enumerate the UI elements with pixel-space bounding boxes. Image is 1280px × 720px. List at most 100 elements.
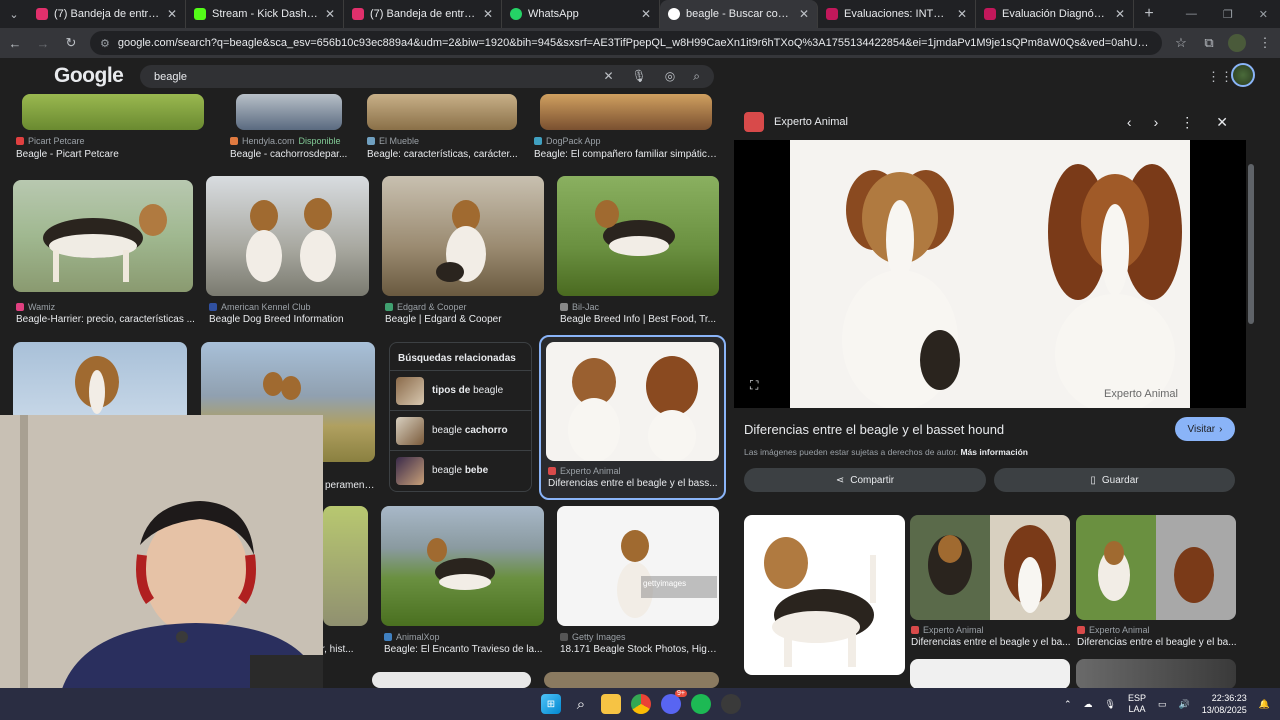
result-image[interactable] [540,94,712,130]
result-image[interactable] [22,94,204,130]
result-image[interactable] [544,672,719,688]
onedrive-icon[interactable]: ☁ [1084,699,1093,710]
similar-image[interactable] [1076,515,1236,620]
result-image[interactable] [381,506,544,626]
language-indicator[interactable]: ESP LAA [1128,693,1146,715]
clear-icon[interactable]: ✕ [603,69,613,84]
result-card[interactable] [372,672,531,688]
maximize-icon[interactable]: ❐ [1223,8,1233,21]
close-icon[interactable]: ✕ [1216,114,1228,131]
result-card[interactable]: DogPack App Beagle: El compañero familia… [534,94,719,164]
tab-kick[interactable]: Stream - Kick Dashboard ✕ [186,0,344,28]
file-explorer-icon[interactable] [601,694,621,714]
mic-icon[interactable]: 🎙 [632,69,647,84]
google-logo[interactable]: Google [54,64,124,88]
search-icon[interactable]: ⌕ [693,69,700,84]
menu-icon[interactable]: ⋮ [1256,35,1274,51]
related-item[interactable]: beagle bebe [390,450,531,490]
similar-image[interactable] [910,515,1070,620]
result-image[interactable] [557,506,719,626]
apps-grid-icon[interactable]: ⋮⋮ [1207,69,1233,85]
search-input[interactable]: beagle [154,71,187,83]
scrollbar[interactable] [1246,94,1256,688]
close-tab-icon[interactable]: ✕ [957,7,967,21]
result-card[interactable]: Bil-Jac Beagle Breed Info | Best Food, T… [557,176,719,330]
similar-image[interactable] [744,515,905,675]
site-info-icon[interactable]: ⚙ [100,37,110,50]
result-caption[interactable]: Beagle-Harrier: precio, características … [16,314,196,325]
scrollbar-thumb[interactable] [1248,164,1254,324]
result-card[interactable]: AnimalXop Beagle: El Encanto Travieso de… [381,506,544,656]
back-icon[interactable]: ← [6,36,24,51]
new-tab-button[interactable]: + [1134,5,1164,23]
result-image[interactable] [323,506,368,626]
reload-icon[interactable]: ↻ [62,35,80,51]
tab-evaluaciones[interactable]: Evaluaciones: INTRODUCCION ✕ [818,0,976,28]
close-tab-icon[interactable]: ✕ [799,7,809,21]
bookmark-star-icon[interactable]: ☆ [1172,35,1190,51]
close-tab-icon[interactable]: ✕ [483,7,493,21]
search-box[interactable]: beagle ✕ 🎙 ◎ ⌕ [140,65,714,88]
clock[interactable]: 22:36:23 13/08/2025 [1202,692,1247,716]
similar-caption[interactable]: Diferencias entre el beagle y el ba... [911,637,1073,648]
lens-icon[interactable]: ◎ [665,69,675,84]
visit-button[interactable]: Visitar › [1175,417,1235,441]
result-card[interactable]: Wamiz Beagle-Harrier: precio, caracterís… [13,180,196,330]
result-caption[interactable]: Beagle: características, carácter... [367,149,522,160]
windows-start-icon[interactable]: ⊞ [541,694,561,714]
result-caption[interactable]: Beagle: El Encanto Travieso de la... [384,644,544,655]
close-tab-icon[interactable]: ✕ [641,7,651,21]
result-card[interactable] [13,342,187,422]
share-button[interactable]: ⋖ Compartir [744,468,986,492]
app-icon[interactable] [721,694,741,714]
similar-caption[interactable]: Diferencias entre el beagle y el ba... [1077,637,1239,648]
chrome-icon[interactable] [631,694,651,714]
result-image[interactable] [557,176,719,296]
more-info-link[interactable]: Más información [960,447,1028,457]
selected-result-card[interactable]: Experto Animal Diferencias entre el beag… [539,335,726,500]
result-card[interactable]: Edgard & Cooper Beagle | Edgard & Cooper [382,176,544,330]
mic-tray-icon[interactable]: 🎙 [1105,699,1116,710]
network-icon[interactable]: ▭ [1158,699,1167,710]
tab-instagram-2[interactable]: (7) Bandeja de entrada • Chats ✕ [344,0,502,28]
account-avatar[interactable] [1231,63,1255,87]
result-card[interactable]: American Kennel Club Beagle Dog Breed In… [206,176,369,330]
save-button[interactable]: ▯ Guardar [994,468,1235,492]
address-bar[interactable]: ⚙ google.com/search?q=beagle&sca_esv=656… [90,31,1162,55]
prev-icon[interactable]: ‹ [1127,114,1132,131]
tab-search-button[interactable]: ⌄ [0,8,28,21]
tab-instagram-1[interactable]: (7) Bandeja de entrada • Chats ✕ [28,0,186,28]
profile-icon[interactable] [1228,34,1246,52]
result-image[interactable] [367,94,517,130]
result-image[interactable] [13,342,187,422]
extensions-icon[interactable]: ⧉ [1200,35,1218,51]
forward-icon[interactable]: → [34,36,52,51]
volume-icon[interactable]: 🔊 [1179,699,1190,710]
result-card[interactable]: ter, hist... [313,506,371,656]
next-icon[interactable]: › [1154,114,1159,131]
result-caption[interactable]: Beagle - Picart Petcare [16,149,206,160]
result-caption[interactable]: perament... [325,480,375,491]
result-image[interactable] [372,672,531,688]
tab-google-search[interactable]: beagle - Buscar con Google ✕ [660,0,818,28]
minimize-icon[interactable]: — [1186,8,1197,21]
notifications-icon[interactable]: 🔔 [1259,699,1270,710]
result-caption[interactable]: Diferencias entre el beagle y el bass... [548,478,718,489]
result-caption[interactable]: Beagle Breed Info | Best Food, Tr... [560,314,720,325]
preview-image[interactable]: Experto Animal [734,140,1246,414]
chevron-up-icon[interactable]: ⌃ [1064,699,1072,710]
related-item[interactable]: tipos de beagle [390,370,531,410]
result-card[interactable]: El Mueble Beagle: características, carác… [367,94,518,164]
result-image[interactable] [13,180,193,292]
result-image[interactable] [206,176,369,296]
result-image[interactable] [382,176,544,296]
result-caption[interactable]: Beagle Dog Breed Information [209,314,379,325]
close-tab-icon[interactable]: ✕ [167,7,177,21]
related-item[interactable]: beagle cachorro [390,410,531,450]
result-caption[interactable]: Beagle - cachorrosdepar... [230,149,360,160]
result-caption[interactable]: Beagle: El compañero familiar simpático.… [534,149,719,160]
result-card[interactable]: Picart Petcare Beagle - Picart Petcare [16,94,204,164]
spotify-icon[interactable] [691,694,711,714]
similar-image[interactable] [910,659,1070,688]
panel-title[interactable]: Diferencias entre el beagle y el basset … [744,422,1004,437]
